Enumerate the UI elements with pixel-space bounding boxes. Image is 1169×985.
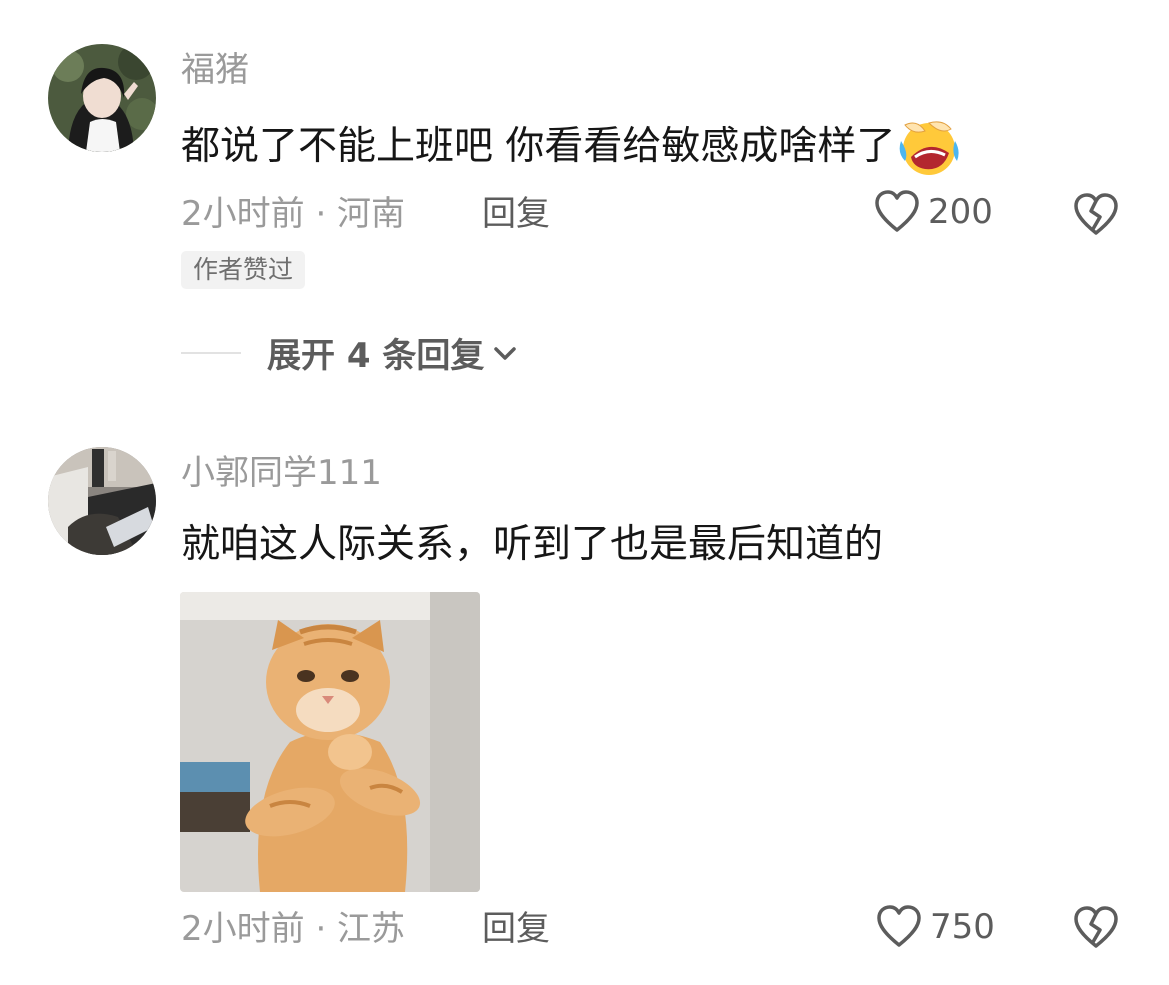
expand-replies-label: 展开 4 条回复	[267, 336, 485, 376]
expand-replies-button[interactable]: 展开 4 条回复	[181, 328, 518, 377]
reply-button[interactable]: 回复	[482, 908, 550, 950]
like-count: 200	[928, 192, 993, 232]
divider	[181, 351, 241, 354]
like-button[interactable]: 200	[874, 190, 993, 234]
like-button[interactable]: 750	[876, 905, 995, 949]
reply-button[interactable]: 回复	[482, 193, 550, 235]
author-liked-badge: 作者赞过	[181, 251, 306, 289]
username[interactable]: 福猪	[181, 49, 249, 91]
laughing-crying-emoji-icon	[899, 117, 960, 177]
comment-meta: 2小时前 · 江苏	[181, 909, 406, 949]
broken-heart-icon	[1073, 193, 1119, 237]
dislike-button[interactable]	[1073, 193, 1119, 241]
avatar[interactable]	[48, 447, 156, 555]
avatar[interactable]	[48, 44, 156, 152]
comment-meta: 2小时前 · 河南	[181, 194, 406, 234]
chevron-down-icon	[492, 343, 518, 363]
orange-cat-sticker-image[interactable]	[180, 592, 480, 892]
broken-heart-icon	[1073, 906, 1119, 950]
comment-text-row: 都说了不能上班吧 你看看给敏感成啥样了	[181, 117, 960, 177]
comment-text: 就咱这人际关系，听到了也是最后知道的	[181, 522, 884, 567]
like-count: 750	[930, 907, 995, 947]
username[interactable]: 小郭同学111	[181, 452, 382, 494]
dislike-button[interactable]	[1073, 906, 1119, 954]
heart-outline-icon	[874, 190, 920, 234]
heart-outline-icon	[876, 905, 922, 949]
comment-text: 都说了不能上班吧 你看看给敏感成啥样了	[181, 124, 896, 169]
